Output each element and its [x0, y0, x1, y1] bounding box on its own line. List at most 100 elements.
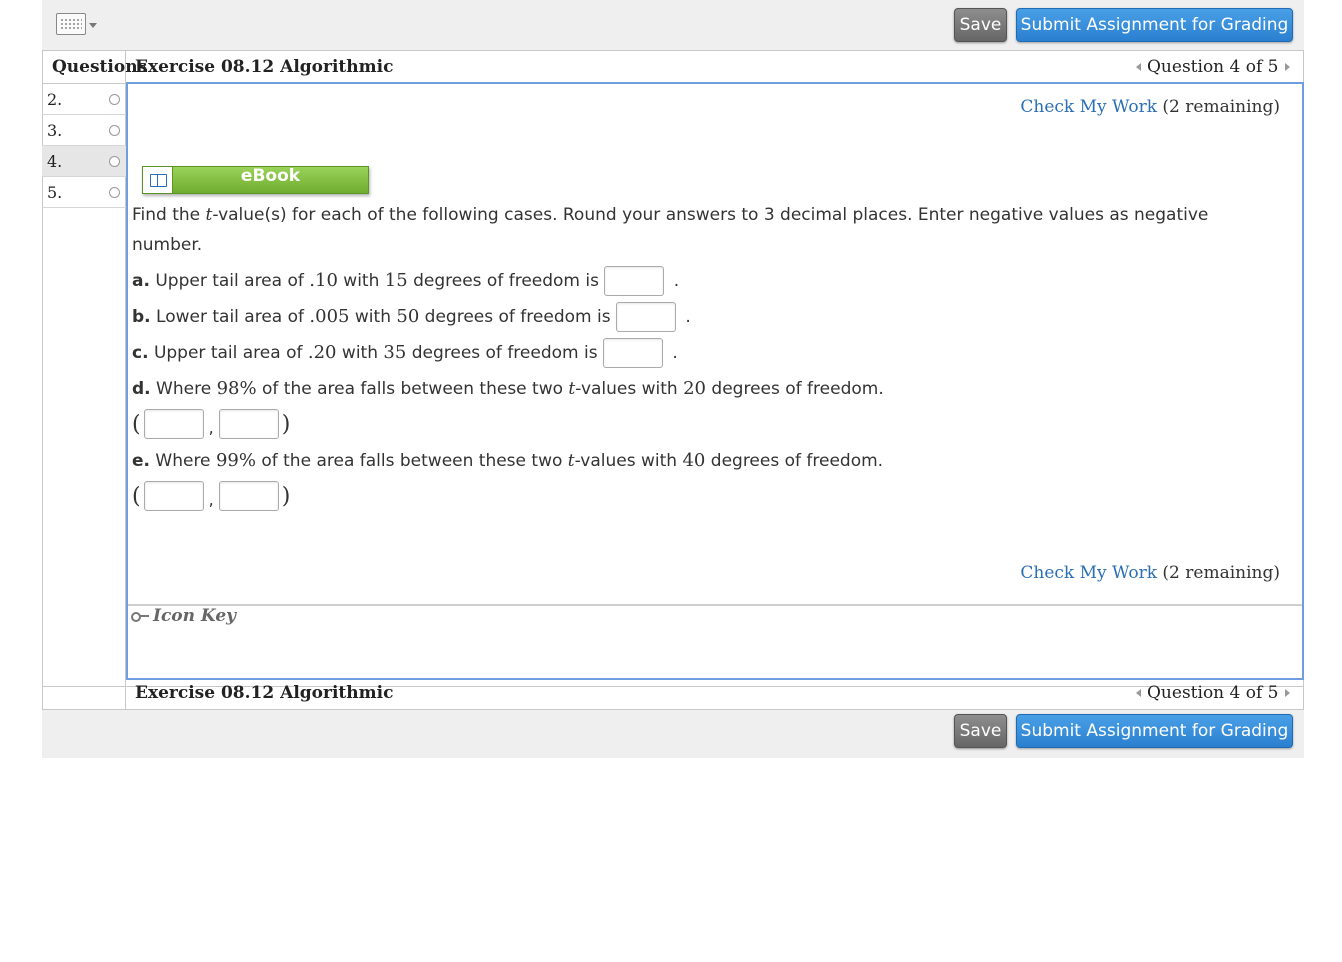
part-text: -values with [574, 451, 683, 471]
answer-input-c[interactable] [602, 338, 663, 368]
question-nav-label: Question 4 of 5 [1147, 683, 1279, 703]
save-button[interactable]: Save [954, 714, 1007, 748]
ebook-label: eBook [240, 166, 301, 186]
paren-close: ) [281, 483, 291, 509]
next-question-icon[interactable] [1284, 63, 1290, 71]
df-value: 15 [384, 270, 408, 291]
book-icon [143, 167, 173, 193]
answer-pair-e: ( , ) [132, 481, 290, 511]
question-number: 2. [47, 90, 63, 109]
check-my-work-top: Check My Work (2 remaining) [1020, 97, 1280, 117]
part-text: Lower tail area of [150, 307, 310, 327]
part-label: b. [132, 307, 151, 327]
save-button[interactable]: Save [954, 8, 1007, 42]
part-text: Where [150, 451, 216, 471]
keyboard-icon[interactable] [56, 13, 86, 35]
question-number: 3. [47, 121, 63, 140]
question-item-2[interactable]: 2. [42, 84, 126, 115]
part-text: with [336, 343, 384, 363]
area-value: .20 [307, 342, 337, 363]
previous-question-icon[interactable] [1136, 63, 1141, 71]
status-circle-icon [109, 94, 120, 105]
answer-input-e-lower[interactable] [143, 481, 204, 511]
part-c: c. Upper tail area of .20 with 35 degree… [132, 338, 678, 368]
intro-text: -value(s) for each of the following case… [212, 205, 1209, 225]
chevron-down-icon[interactable] [89, 23, 97, 28]
part-label: d. [132, 379, 151, 399]
paren-close: ) [281, 411, 291, 437]
next-question-icon[interactable] [1284, 689, 1290, 697]
part-text: of the area falls between these two [256, 379, 569, 399]
part-text: degrees of freedom is [419, 307, 616, 327]
area-value: .005 [309, 306, 350, 327]
pair-comma: , [208, 417, 214, 437]
df-value: 20 [683, 378, 707, 399]
part-text: degrees of freedom. [706, 379, 884, 399]
df-value: 50 [396, 306, 420, 327]
question-item-3[interactable]: 3. [42, 115, 126, 146]
question-item-4[interactable]: 4. [42, 146, 126, 177]
part-text: -values with [575, 379, 684, 399]
part-label: c. [132, 343, 149, 363]
part-d: d. Where 98% of the area falls between t… [132, 378, 884, 400]
check-my-work-link[interactable]: Check My Work [1020, 97, 1157, 117]
question-intro: Find the t-value(s) for each of the foll… [132, 204, 1208, 226]
question-nav: Question 4 of 5 [1136, 57, 1290, 77]
part-label: e. [132, 451, 150, 471]
question-item-5[interactable]: 5. [42, 177, 126, 208]
divider [128, 604, 1302, 606]
submit-assignment-button[interactable]: Submit Assignment for Grading [1016, 714, 1293, 748]
paren-open: ( [132, 483, 141, 509]
paren-open: ( [132, 411, 141, 437]
part-end: . [672, 343, 678, 363]
question-nav-bottom: Question 4 of 5 [1136, 683, 1290, 703]
part-text: of the area falls between these two [255, 451, 568, 471]
icon-key-label: Icon Key [153, 606, 237, 626]
percent-value: 98% [216, 378, 257, 399]
check-my-work-link[interactable]: Check My Work [1020, 563, 1157, 583]
part-end: . [673, 271, 680, 291]
icon-key[interactable]: Icon Key [131, 606, 236, 626]
part-var: t [567, 451, 575, 471]
question-list-title: Questions [52, 57, 148, 77]
ebook-button[interactable]: eBook [142, 166, 369, 194]
part-text: Where [150, 379, 217, 399]
status-circle-icon [109, 125, 120, 136]
answer-input-b[interactable] [615, 302, 676, 332]
answer-input-d-lower[interactable] [143, 409, 204, 439]
exercise-title: Exercise 08.12 Algorithmic [135, 57, 394, 77]
part-a: a. Upper tail area of .10 with 15 degree… [132, 266, 679, 296]
part-text: Upper tail area of [149, 271, 310, 291]
question-list-header: Questions [42, 50, 147, 84]
part-end: . [685, 307, 691, 327]
answer-input-d-upper[interactable] [218, 409, 279, 439]
status-circle-icon [109, 156, 120, 167]
answer-pair-d: ( , ) [132, 409, 290, 439]
question-number: 4. [47, 152, 63, 171]
remaining-attempts: (2 remaining) [1162, 97, 1280, 117]
question-nav-label: Question 4 of 5 [1147, 57, 1279, 77]
part-text: Upper tail area of [148, 343, 308, 363]
question-intro-line2: number. [132, 235, 203, 255]
df-value: 40 [682, 450, 706, 471]
part-text: with [349, 307, 397, 327]
percent-value: 99% [215, 450, 256, 471]
status-circle-icon [109, 187, 120, 198]
part-e: e. Where 99% of the area falls between t… [132, 450, 883, 472]
previous-question-icon[interactable] [1136, 689, 1141, 697]
part-b: b. Lower tail area of .005 with 50 degre… [132, 302, 691, 332]
area-value: .10 [309, 270, 338, 291]
df-value: 35 [383, 342, 407, 363]
submit-assignment-button[interactable]: Submit Assignment for Grading [1016, 8, 1293, 42]
answer-input-e-upper[interactable] [218, 481, 279, 511]
part-text: with [337, 271, 385, 291]
key-icon [131, 611, 149, 622]
answer-input-a[interactable] [604, 266, 665, 296]
intro-text: Find the [132, 205, 206, 225]
part-text: degrees of freedom is [406, 343, 603, 363]
part-label: a. [132, 271, 150, 291]
check-my-work-bottom: Check My Work (2 remaining) [1020, 563, 1280, 583]
part-text: degrees of freedom. [705, 451, 884, 471]
pair-comma: , [208, 489, 214, 509]
remaining-attempts: (2 remaining) [1162, 563, 1280, 583]
